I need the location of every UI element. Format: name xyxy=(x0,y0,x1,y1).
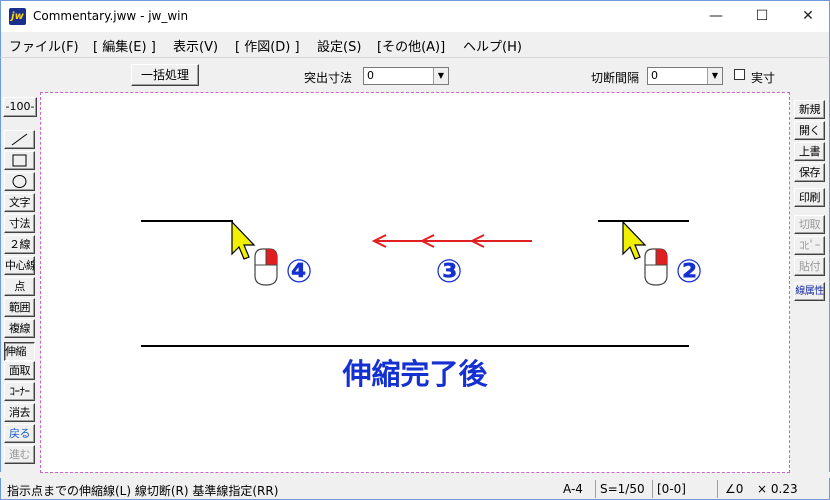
overwrite-button[interactable]: 上書 xyxy=(794,142,825,161)
status-message: 指示点までの伸縮線(L) 線切断(R) 基準線指定(RR) xyxy=(7,484,279,498)
factor-indicator[interactable]: × 0.23 xyxy=(757,482,798,496)
line-tool[interactable] xyxy=(4,130,35,149)
tool-redo[interactable]: 進む xyxy=(4,445,35,464)
batch-process-button[interactable]: 一括処理 xyxy=(131,64,199,86)
menu-draw[interactable]: [ 作図(D) ] xyxy=(235,36,300,55)
cut-button[interactable]: 切取 xyxy=(794,215,825,234)
tool-center-line[interactable]: 中心線 xyxy=(4,256,35,275)
tool-range[interactable]: 範囲 xyxy=(4,298,35,317)
protrude-select[interactable]: 0 ▼ xyxy=(363,67,449,85)
drag-arrow xyxy=(371,234,532,248)
control-bar: 一括処理 突出寸法 0 ▼ 切断間隔 0 ▼ 実寸 xyxy=(0,57,830,92)
new-file-button[interactable]: 新規 xyxy=(794,100,825,119)
status-bar: 指示点までの伸縮線(L) 線切断(R) 基準線指定(RR) A-4 S=1/50… xyxy=(0,478,830,500)
save-button[interactable]: 保存 xyxy=(794,163,825,182)
menu-bar: ファイル(F) [ 編集(E) ] 表示(V) [ 作図(D) ] 設定(S) … xyxy=(0,32,830,57)
cut-interval-select[interactable]: 0 ▼ xyxy=(647,67,723,85)
copy-button[interactable]: ｺﾋﾟｰ xyxy=(794,236,825,255)
status-divider xyxy=(652,480,653,498)
tool-undo[interactable]: 戻る xyxy=(4,424,35,443)
menu-other[interactable]: [その他(A)] xyxy=(377,36,445,55)
status-divider xyxy=(595,480,596,498)
drawing-svg: ④ ③ ② 伸縮完了後 xyxy=(141,220,703,391)
right-tool-palette: 新規 開く 上書 保存 印刷 切取 ｺﾋﾟｰ 貼付 線属性 xyxy=(792,92,830,472)
menu-file[interactable]: ファイル(F) xyxy=(9,36,79,55)
menu-edit[interactable]: [ 編集(E) ] xyxy=(93,36,156,55)
tool-double-line[interactable]: ２線 xyxy=(4,235,35,254)
tool-stretch[interactable]: 伸縮 xyxy=(4,342,35,361)
protrude-label: 突出寸法 xyxy=(304,71,353,85)
mouse-icon xyxy=(644,248,668,286)
maximize-button[interactable]: ☐ xyxy=(739,1,785,32)
left-tool-palette: -100- 文字 寸法 ２線 中心線 点 範囲 複線 伸縮 面取 ｺｰﾅｰ 消去… xyxy=(0,92,38,472)
drawing-canvas[interactable]: ④ ③ ② 伸縮完了後 xyxy=(40,92,790,473)
mouse-icon xyxy=(254,248,278,286)
scale-button[interactable]: -100- xyxy=(3,97,37,117)
title-bar: jw Commentary.jww - jw_win — ☐ ✕ xyxy=(0,0,830,32)
tool-point[interactable]: 点 xyxy=(4,277,35,296)
window-title: Commentary.jww - jw_win xyxy=(33,9,189,23)
paste-button[interactable]: 貼付 xyxy=(794,257,825,276)
chevron-down-icon[interactable]: ▼ xyxy=(433,68,448,84)
status-divider xyxy=(717,480,718,498)
protrude-value: 0 xyxy=(367,69,374,82)
caption-text: 伸縮完了後 xyxy=(341,357,488,391)
actual-size-checkbox[interactable] xyxy=(734,69,745,80)
layer-indicator[interactable]: [0-0] xyxy=(657,482,686,496)
cut-interval-label: 切断間隔 xyxy=(591,71,640,85)
tool-dimension[interactable]: 寸法 xyxy=(4,214,35,233)
circle-icon xyxy=(12,175,27,188)
rectangle-icon xyxy=(12,154,27,167)
minimize-button[interactable]: — xyxy=(693,1,739,32)
tool-corner[interactable]: ｺｰﾅｰ xyxy=(4,382,35,401)
chevron-down-icon[interactable]: ▼ xyxy=(707,68,722,84)
open-file-button[interactable]: 開く xyxy=(794,121,825,140)
tool-offset-line[interactable]: 複線 xyxy=(4,319,35,338)
cut-interval-value: 0 xyxy=(651,69,658,82)
step-2-label: ② xyxy=(675,252,702,290)
tool-text[interactable]: 文字 xyxy=(4,193,35,212)
menu-settings[interactable]: 設定(S) xyxy=(317,36,361,55)
rectangle-tool[interactable] xyxy=(4,151,35,170)
app-icon: jw xyxy=(9,8,26,25)
tool-chamfer[interactable]: 面取 xyxy=(4,361,35,380)
cursor-icon xyxy=(622,220,647,260)
step-4-label: ④ xyxy=(285,252,312,290)
actual-size-label: 実寸 xyxy=(751,71,776,85)
paper-size[interactable]: A-4 xyxy=(563,482,583,496)
angle-indicator[interactable]: ∠0 xyxy=(725,482,743,496)
tool-erase[interactable]: 消去 xyxy=(4,403,35,422)
menu-view[interactable]: 表示(V) xyxy=(173,36,218,55)
cursor-icon xyxy=(231,220,256,260)
circle-tool[interactable] xyxy=(4,172,35,191)
menu-help[interactable]: ヘルプ(H) xyxy=(463,36,522,55)
line-attribute-button[interactable]: 線属性 xyxy=(794,282,825,301)
line-icon xyxy=(11,133,28,146)
step-3-label: ③ xyxy=(435,252,462,290)
print-button[interactable]: 印刷 xyxy=(794,188,825,207)
scale-indicator[interactable]: S=1/50 xyxy=(600,482,645,496)
close-button[interactable]: ✕ xyxy=(785,1,830,32)
